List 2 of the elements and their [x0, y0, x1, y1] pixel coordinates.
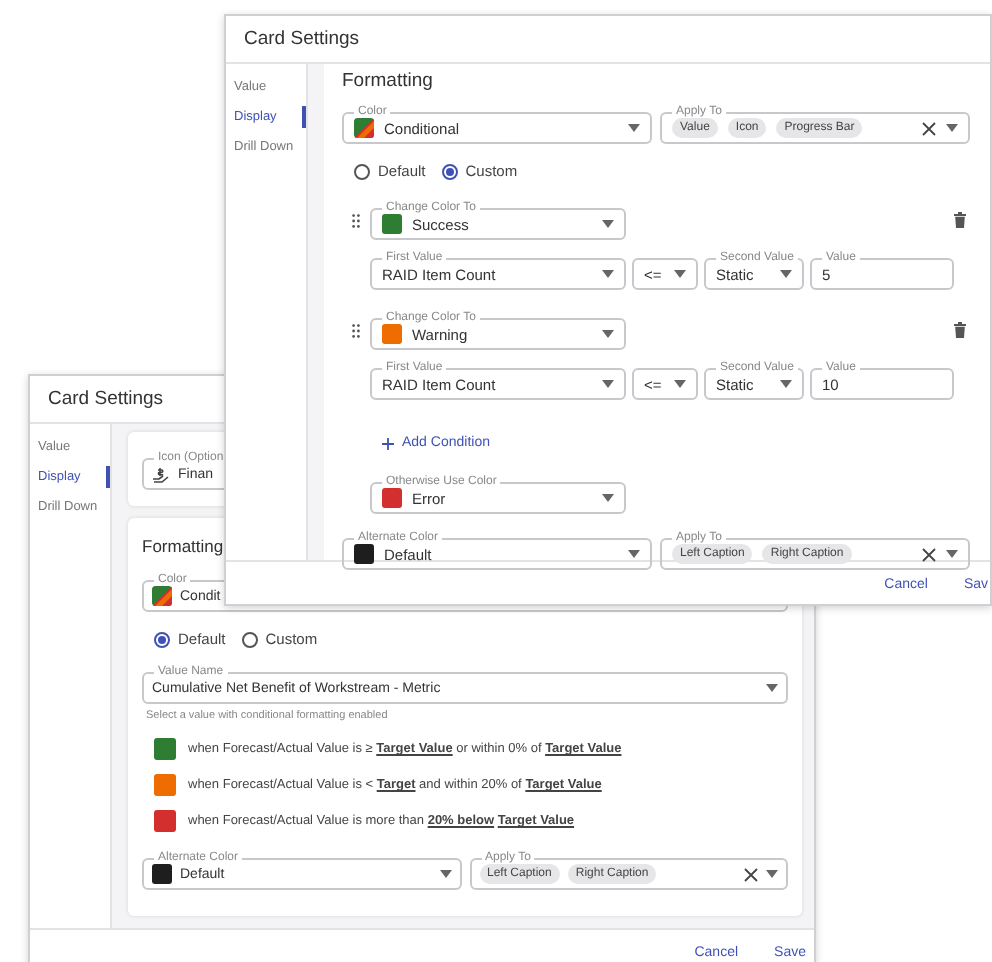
- section-title: Formatting: [342, 70, 433, 92]
- section-title: Formatting: [142, 536, 224, 556]
